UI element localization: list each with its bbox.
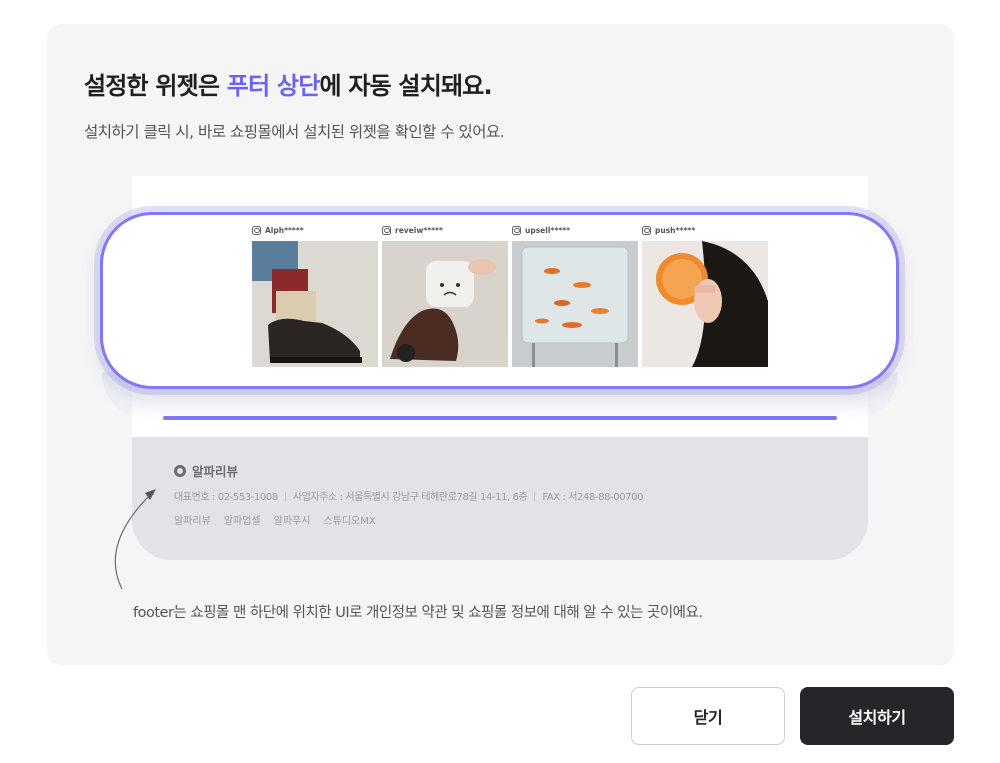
widget-photo <box>642 241 768 367</box>
brand-logo-icon <box>174 464 186 477</box>
widget-handle-label: push***** <box>655 225 696 235</box>
footer-fax: FAX : 서248-88-00700 <box>542 492 644 503</box>
footer-caption: footer는 쇼핑몰 맨 하단에 위치한 UI로 개인정보 약관 및 쇼핑몰 … <box>133 605 703 621</box>
footer-link: 스튜디오MX <box>323 516 376 527</box>
footer-divider <box>534 492 536 501</box>
footer-info: 대표번호 : 02-553-1008 사업자주소 : 서울특별시 강남구 테헤란로… <box>174 488 643 503</box>
footer-brand-label: 알파리뷰 <box>192 464 239 479</box>
footer-top-line <box>163 416 837 420</box>
instagram-icon <box>512 225 521 235</box>
footer-divider <box>284 492 286 501</box>
modal-title: 설정한 위젯은 푸터 상단에 자동 설치돼요. <box>84 66 493 101</box>
widget-handle: Alph***** <box>252 224 378 236</box>
widget-photo <box>252 241 378 367</box>
widget-handle-label: Alph***** <box>265 225 304 235</box>
footer-link: 알파리뷰 <box>174 516 211 527</box>
pointer-arrow-icon <box>114 489 156 590</box>
close-button[interactable]: 닫기 <box>631 687 785 745</box>
widget-handle: push***** <box>642 224 768 236</box>
widget-handle-label: reveiw***** <box>395 225 443 235</box>
footer-phone: 대표번호 : 02-553-1008 <box>174 492 278 503</box>
footer-address: 사업자주소 : 서울특별시 강남구 테헤란로78길 14-11, 6층 <box>292 492 528 503</box>
widget-handle: upsell***** <box>512 224 638 236</box>
title-prefix: 설정한 위젯은 <box>84 72 227 100</box>
instagram-icon <box>252 225 261 235</box>
title-highlight: 푸터 상단 <box>226 72 320 100</box>
instagram-icon <box>642 225 651 235</box>
footer-brand: 알파리뷰 <box>174 461 238 480</box>
footer-link: 알파푸시 <box>273 516 311 527</box>
widget-item: upsell***** <box>512 224 638 367</box>
instagram-icon <box>382 225 391 235</box>
widget-handle-label: upsell***** <box>525 225 571 235</box>
footer-links: 알파리뷰 알파업셀 알파푸시 스튜디오MX <box>174 512 376 527</box>
widget-photo <box>512 241 638 367</box>
widget-handle: reveiw***** <box>382 224 508 236</box>
widget-item: Alph***** <box>252 224 378 367</box>
widget-photo <box>382 241 508 367</box>
title-suffix: 에 자동 설치돼요. <box>319 72 492 100</box>
widget-item: push***** <box>642 224 768 367</box>
modal-subtitle: 설치하기 클릭 시, 바로 쇼핑몰에서 설치된 위젯을 확인할 수 있어요. <box>84 123 505 141</box>
install-button[interactable]: 설치하기 <box>800 687 954 745</box>
widget-item: reveiw***** <box>382 224 508 367</box>
footer-link: 알파업셀 <box>223 516 261 527</box>
